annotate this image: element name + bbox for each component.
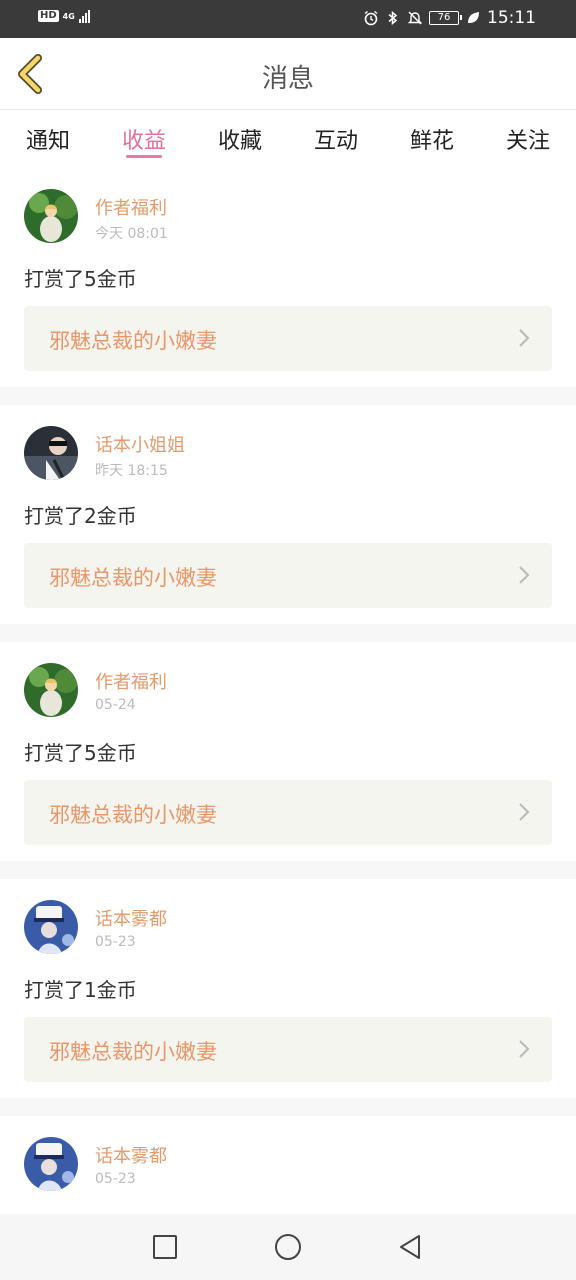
username[interactable]: 话本小姐姐 — [95, 431, 185, 457]
message-card: 作者福利 05-24 打赏了5金币 邪魅总裁的小嫩妻 — [0, 642, 576, 861]
username[interactable]: 话本雾都 — [95, 1142, 167, 1168]
battery-indicator: 76 — [429, 11, 462, 25]
book-title: 邪魅总裁的小嫩妻 — [49, 1040, 217, 1064]
tab-favorites[interactable]: 收藏 — [216, 110, 264, 168]
tab-earnings[interactable]: 收益 — [120, 110, 168, 168]
book-link[interactable]: 邪魅总裁的小嫩妻 — [24, 306, 552, 371]
message-list[interactable]: 作者福利 今天 08:01 打赏了5金币 邪魅总裁的小嫩妻 话本小姐姐 昨天 1… — [0, 168, 576, 1214]
timestamp: 今天 08:01 — [95, 226, 168, 242]
message-card: 话本小姐姐 昨天 18:15 打赏了2金币 邪魅总裁的小嫩妻 — [0, 405, 576, 624]
username[interactable]: 作者福利 — [95, 668, 167, 694]
message-card: 作者福利 今天 08:01 打赏了5金币 邪魅总裁的小嫩妻 — [0, 168, 576, 387]
message-card: 话本雾都 05-23 打赏了1金币 邪魅总裁的小嫩妻 — [0, 879, 576, 1098]
system-nav-bar — [0, 1214, 576, 1280]
reward-text: 打赏了1金币 — [24, 978, 137, 1002]
tab-notifications[interactable]: 通知 — [24, 110, 72, 168]
tab-flowers[interactable]: 鲜花 — [408, 110, 456, 168]
avatar[interactable] — [24, 663, 78, 717]
status-right: 76 15:11 — [363, 8, 536, 28]
leaf-icon — [465, 10, 481, 26]
chevron-right-icon — [519, 1040, 530, 1058]
book-title: 邪魅总裁的小嫩妻 — [49, 803, 217, 827]
username[interactable]: 作者福利 — [95, 194, 167, 220]
avatar[interactable] — [24, 189, 78, 243]
timestamp: 05-23 — [95, 1171, 136, 1187]
chevron-right-icon — [519, 566, 530, 584]
book-link[interactable]: 邪魅总裁的小嫩妻 — [24, 1017, 552, 1082]
clock: 15:11 — [487, 8, 536, 28]
tab-interactions[interactable]: 互动 — [312, 110, 360, 168]
book-link[interactable]: 邪魅总裁的小嫩妻 — [24, 543, 552, 608]
book-link[interactable]: 邪魅总裁的小嫩妻 — [24, 780, 552, 845]
mute-bell-icon — [407, 10, 423, 26]
status-left: HD 4G — [38, 9, 90, 23]
recents-button[interactable] — [150, 1232, 180, 1262]
chevron-right-icon — [519, 329, 530, 347]
back-nav-button[interactable] — [395, 1232, 425, 1262]
reward-text: 打赏了5金币 — [24, 741, 137, 765]
timestamp: 昨天 18:15 — [95, 463, 168, 479]
avatar[interactable] — [24, 900, 78, 954]
page-title: 消息 — [261, 64, 314, 94]
book-title: 邪魅总裁的小嫩妻 — [49, 566, 217, 590]
timestamp: 05-24 — [95, 697, 136, 713]
tab-follows[interactable]: 关注 — [504, 110, 552, 168]
signal-icon — [78, 9, 90, 23]
network-type: 4G — [62, 11, 75, 21]
status-bar: HD 4G 76 15:11 — [0, 0, 576, 38]
tab-bar: 通知 收益 收藏 互动 鲜花 关注 — [0, 110, 576, 168]
home-button[interactable] — [272, 1231, 304, 1263]
chevron-right-icon — [519, 803, 530, 821]
message-card: 话本雾都 05-23 — [0, 1116, 576, 1214]
avatar[interactable] — [24, 426, 78, 480]
app-header: 消息 — [0, 38, 576, 110]
reward-text: 打赏了2金币 — [24, 504, 137, 528]
timestamp: 05-23 — [95, 934, 136, 950]
book-title: 邪魅总裁的小嫩妻 — [49, 329, 217, 353]
bluetooth-icon — [385, 10, 401, 26]
alarm-icon — [363, 10, 379, 26]
hd-indicator: HD — [38, 10, 59, 22]
username[interactable]: 话本雾都 — [95, 905, 167, 931]
avatar[interactable] — [24, 1137, 78, 1191]
reward-text: 打赏了5金币 — [24, 267, 137, 291]
